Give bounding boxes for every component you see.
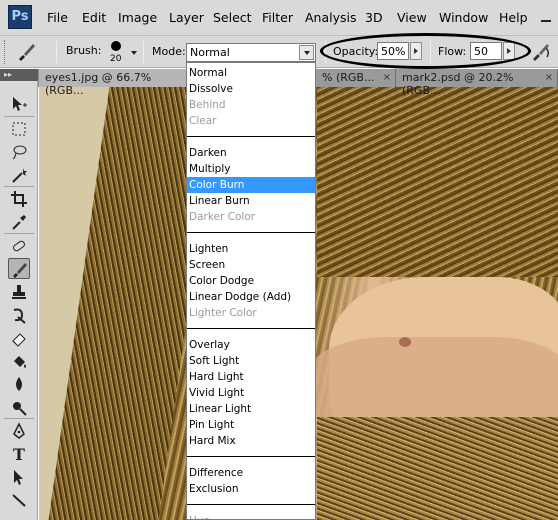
blend-mode-option-color-burn[interactable]: Color Burn (187, 177, 315, 193)
mode-label: Mode: (152, 45, 186, 58)
airbrush-icon[interactable] (530, 40, 552, 62)
menu-select[interactable]: Select (213, 10, 252, 25)
healing-brush-icon[interactable] (8, 235, 30, 256)
blend-mode-option-soft-light[interactable]: Soft Light (187, 353, 315, 369)
toolbox: ▸▸ T (0, 69, 38, 520)
blend-mode-option-vivid-light[interactable]: Vivid Light (187, 385, 315, 401)
tab-mark2[interactable]: mark2.psd @ 20.2% (RGB... × (396, 69, 558, 97)
blend-mode-option-lighter-color: Lighter Color (189, 307, 257, 319)
menu-bar: Ps File Edit Image Layer Select Filter A… (0, 0, 558, 36)
eraser-icon[interactable] (8, 327, 30, 348)
canvas-mark (399, 337, 411, 347)
blend-mode-option-behind: Behind (189, 99, 226, 111)
blend-mode-option-multiply[interactable]: Multiply (187, 161, 315, 177)
blend-mode-option-screen[interactable]: Screen (187, 257, 315, 273)
canvas-hair-bottom (317, 417, 558, 520)
dodge-tool-icon[interactable] (8, 396, 30, 417)
blend-mode-option-hard-mix[interactable]: Hard Mix (187, 433, 315, 449)
blend-mode-option-lighten[interactable]: Lighten (187, 241, 315, 257)
close-icon[interactable]: × (545, 72, 553, 83)
window-minimize-icon[interactable] (540, 10, 552, 24)
menu-filter[interactable]: Filter (262, 10, 293, 25)
close-icon[interactable]: × (383, 72, 391, 83)
blend-mode-option-clear: Clear (189, 115, 217, 127)
eyedropper-icon[interactable] (8, 211, 30, 232)
tab-label: % (RGB... (322, 71, 375, 84)
blend-mode-option-hard-light[interactable]: Hard Light (187, 369, 315, 385)
blend-mode-option-difference[interactable]: Difference (187, 465, 315, 481)
mode-select[interactable]: Normal (186, 43, 316, 62)
blend-mode-option-pin-light[interactable]: Pin Light (187, 417, 315, 433)
brush-icon[interactable] (15, 41, 39, 63)
history-brush-icon[interactable] (8, 304, 30, 325)
menu-analysis[interactable]: Analysis (305, 10, 357, 25)
menu-separator (187, 232, 315, 233)
menu-help[interactable]: Help (499, 10, 528, 25)
photoshop-logo: Ps (8, 5, 32, 29)
move-tool-icon[interactable] (8, 93, 30, 114)
blend-mode-option-hue: Hue (187, 513, 315, 519)
menu-layer[interactable]: Layer (169, 10, 204, 25)
menu-edit[interactable]: Edit (82, 10, 106, 25)
toolbox-collapse-icon[interactable]: ▸▸ (0, 69, 38, 81)
magic-wand-icon[interactable] (8, 164, 30, 185)
menu-separator (187, 328, 315, 329)
lasso-tool-icon[interactable] (8, 141, 30, 162)
clone-stamp-icon[interactable] (8, 281, 30, 302)
options-grip[interactable] (4, 40, 7, 64)
path-selection-icon[interactable] (8, 466, 30, 487)
marquee-tool-icon[interactable] (8, 118, 30, 139)
svg-text:T: T (13, 445, 25, 463)
chevron-down-icon[interactable] (299, 45, 314, 60)
blend-mode-dropdown: Normal Dissolve Behind Clear Darken Multiply C… (186, 62, 316, 520)
pen-tool-icon[interactable] (8, 420, 30, 441)
opacity-flow-highlight-oval (320, 33, 531, 69)
divider (143, 41, 144, 63)
blend-mode-option-overlay[interactable]: Overlay (187, 337, 315, 353)
mode-value: Normal (190, 46, 230, 59)
blend-mode-option-darker-color: Darker Color (189, 211, 256, 223)
menu-image[interactable]: Image (118, 10, 157, 25)
menu-separator (187, 456, 315, 457)
menu-view[interactable]: View (397, 10, 427, 25)
blend-mode-option-linear-burn[interactable]: Linear Burn (187, 193, 315, 209)
blur-tool-icon[interactable] (8, 373, 30, 394)
divider (56, 41, 57, 63)
canvas-hair-top (317, 87, 558, 277)
menu-separator (187, 136, 315, 137)
blend-mode-option-darken[interactable]: Darken (187, 145, 315, 161)
tab-second-document[interactable]: % (RGB... × (316, 69, 396, 87)
menu-3d[interactable]: 3D (365, 10, 383, 25)
brush-picker-caret-icon[interactable] (131, 51, 137, 55)
blend-mode-option-exclusion[interactable]: Exclusion (187, 481, 315, 497)
blend-mode-option-linear-light[interactable]: Linear Light (187, 401, 315, 417)
blend-mode-option-color-dodge[interactable]: Color Dodge (187, 273, 315, 289)
blend-mode-option-dissolve[interactable]: Dissolve (187, 81, 315, 97)
line-tool-icon[interactable] (8, 489, 30, 510)
menu-separator (187, 504, 315, 505)
type-tool-icon[interactable]: T (8, 443, 30, 464)
crop-tool-icon[interactable] (8, 188, 30, 209)
brush-size-value: 20 (110, 54, 122, 64)
blend-mode-option-normal[interactable]: Normal (187, 65, 315, 81)
tab-eyes1[interactable]: eyes1.jpg @ 66.7% (RGB... (39, 69, 189, 97)
paint-bucket-icon[interactable] (8, 350, 30, 371)
menu-window[interactable]: Window (439, 10, 488, 25)
brush-label: Brush: (66, 44, 102, 57)
brush-preview-icon[interactable] (111, 41, 121, 51)
blend-mode-option-linear-dodge-add[interactable]: Linear Dodge (Add) (187, 289, 315, 305)
menu-file[interactable]: File (47, 10, 68, 25)
brush-tool-icon[interactable] (8, 258, 30, 279)
